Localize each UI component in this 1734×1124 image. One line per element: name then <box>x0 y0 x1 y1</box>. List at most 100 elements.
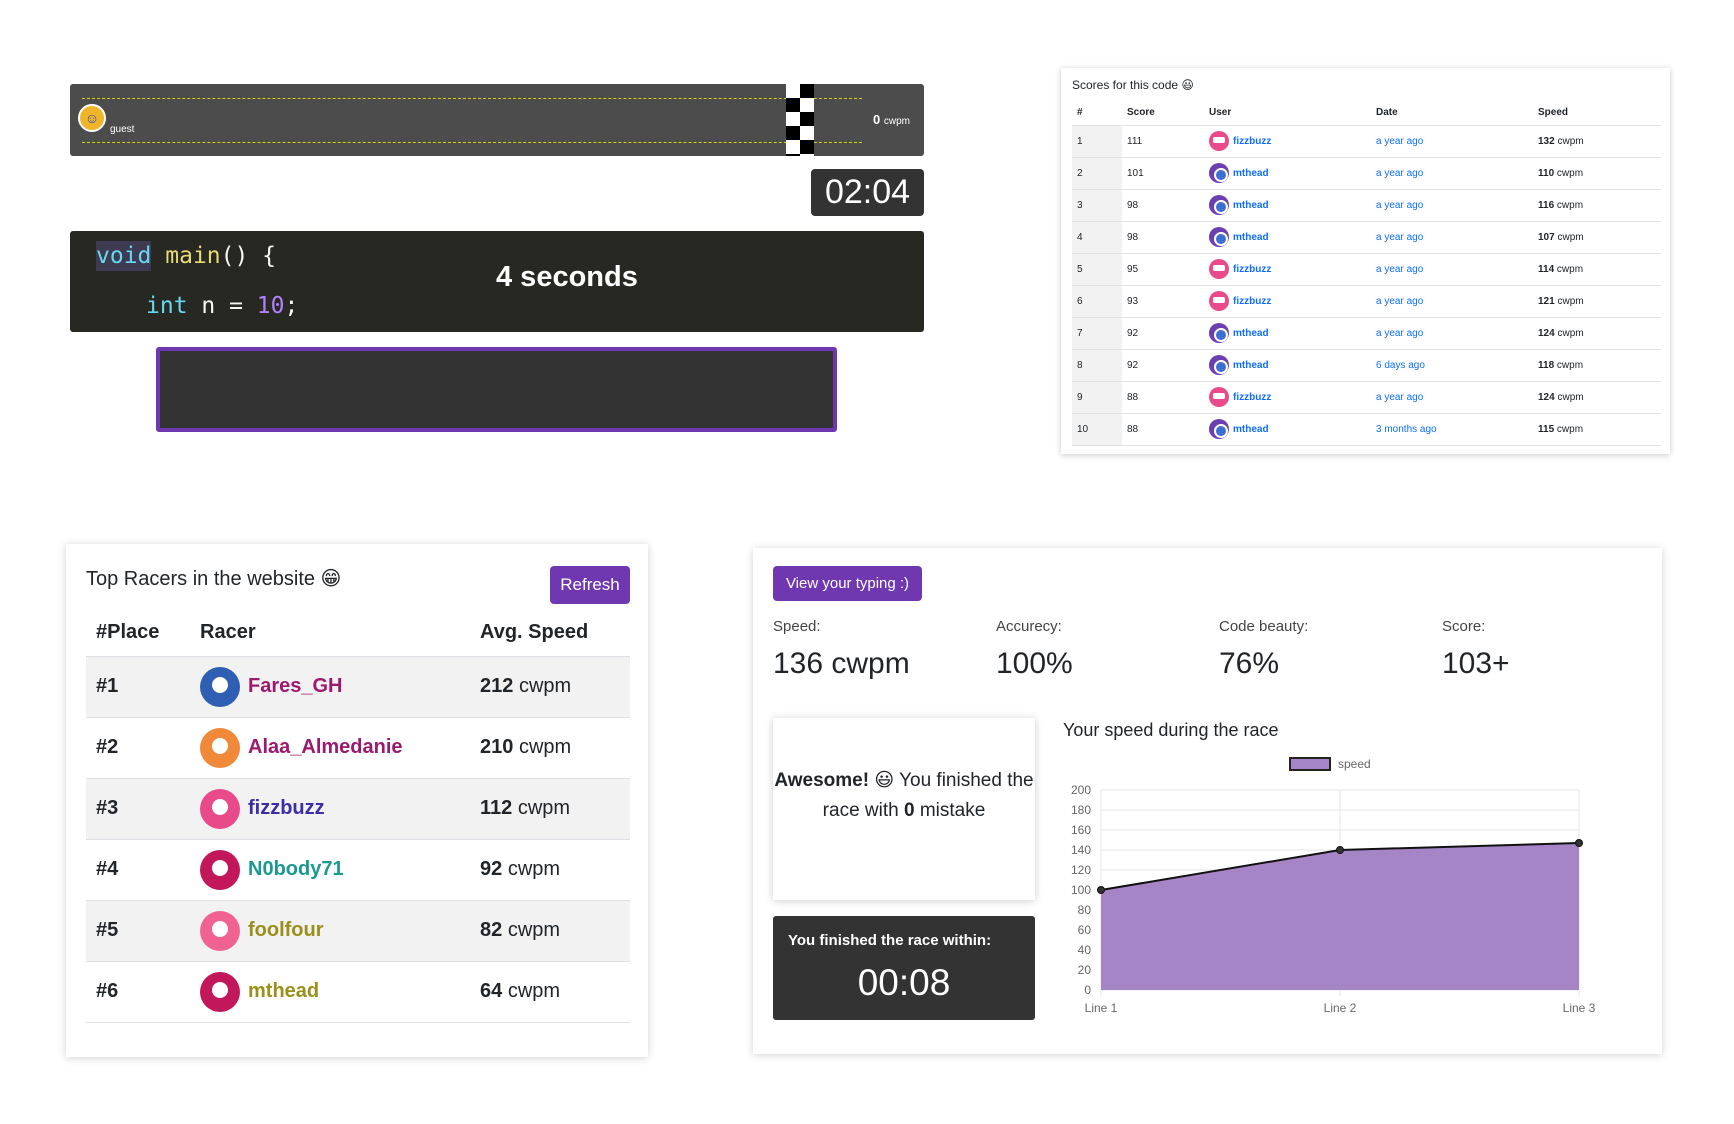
stat-accuracy-label: Accurecy: <box>996 618 1062 635</box>
racer-name-link[interactable]: N0body71 <box>248 858 344 881</box>
scores-date: a year ago <box>1371 253 1533 286</box>
typing-input[interactable] <box>156 347 837 432</box>
user-avatar-icon <box>1209 291 1229 311</box>
racer-speed: 82 cwpm <box>470 900 630 962</box>
top-racers-header-speed: Avg. Speed <box>470 610 630 657</box>
racer-place: #4 <box>86 839 190 901</box>
top-racers-row: #1 Fares_GH 212 cwpm <box>86 656 630 718</box>
racer-speed-unit: cwpm <box>518 736 572 758</box>
scores-row: 7 92 mthead a year ago 124 cwpm <box>1072 317 1661 350</box>
scores-date: a year ago <box>1371 381 1533 414</box>
scores-user-link[interactable]: mthead <box>1233 360 1269 371</box>
scores-user-link[interactable]: fizzbuzz <box>1233 264 1271 275</box>
racer-avatar-icon <box>200 849 240 890</box>
racer-place: #1 <box>86 656 190 718</box>
scores-user: fizzbuzz <box>1204 381 1371 414</box>
chart-y-tick-label: 40 <box>1078 943 1092 957</box>
racer-speed-unit: cwpm <box>507 980 561 1002</box>
scores-score: 93 <box>1122 285 1204 318</box>
scores-user: fizzbuzz <box>1204 285 1371 318</box>
scores-date-link[interactable]: a year ago <box>1376 392 1423 403</box>
countdown-text: 4 seconds <box>496 261 638 293</box>
racer-avatar-icon <box>200 727 240 768</box>
scores-speed-value: 124 <box>1538 327 1555 339</box>
scores-user: fizzbuzz <box>1204 125 1371 158</box>
racer-speed-value: 112 <box>480 797 513 819</box>
scores-date-link[interactable]: a year ago <box>1376 168 1423 179</box>
scores-date-link[interactable]: a year ago <box>1376 200 1423 211</box>
racer-name-link[interactable]: mthead <box>248 980 319 1003</box>
chart-title: Your speed during the race <box>1063 720 1279 740</box>
top-racers-row: #3 fizzbuzz 112 cwpm <box>86 778 630 840</box>
scores-speed: 114 cwpm <box>1533 253 1661 286</box>
scores-speed-unit: cwpm <box>1557 231 1584 243</box>
top-racers-row: #6 mthead 64 cwpm <box>86 961 630 1023</box>
chart-y-tick-label: 180 <box>1071 803 1091 817</box>
results-card: View your typing :) Speed: 136 cwpm Accu… <box>753 548 1662 1054</box>
top-racers-title: Top Racers in the website 😁 <box>86 568 342 590</box>
scores-rank: 3 <box>1072 189 1122 222</box>
code-line-1: void main() { <box>96 241 277 271</box>
scores-speed-value: 110 <box>1538 167 1555 179</box>
stat-code-beauty-value: 76% <box>1219 647 1280 680</box>
scores-speed-unit: cwpm <box>1556 167 1584 179</box>
chart-y-tick-label: 140 <box>1071 843 1091 857</box>
scores-header-row: # Score User Date Speed <box>1072 101 1661 126</box>
scores-speed-value: 118 <box>1538 359 1555 371</box>
racer-name-link[interactable]: fizzbuzz <box>248 797 325 820</box>
scores-speed-value: 121 <box>1538 295 1555 307</box>
scores-user-link[interactable]: mthead <box>1233 200 1269 211</box>
user-avatar-icon <box>1209 131 1229 151</box>
scores-user: mthead <box>1204 349 1371 382</box>
scores-date-link[interactable]: a year ago <box>1376 296 1423 307</box>
user-avatar-icon <box>1209 163 1229 183</box>
scores-date-link[interactable]: 6 days ago <box>1376 360 1425 371</box>
user-avatar-icon <box>1209 387 1229 407</box>
scores-user-link[interactable]: mthead <box>1233 168 1269 179</box>
scores-rank: 10 <box>1072 413 1122 446</box>
scores-user-link[interactable]: mthead <box>1233 328 1269 339</box>
racer-speed: 210 cwpm <box>470 717 630 779</box>
code-line-1-rest: () { <box>220 243 277 269</box>
scores-date: a year ago <box>1371 285 1533 318</box>
scores-row: 1 111 fizzbuzz a year ago 132 cwpm <box>1072 125 1661 158</box>
scores-score: 101 <box>1122 157 1204 190</box>
refresh-button[interactable]: Refresh <box>550 566 630 604</box>
scores-table: # Score User Date Speed 1 111 fizzbuzz a ye… <box>1072 101 1661 446</box>
scores-date-link[interactable]: a year ago <box>1376 136 1423 147</box>
view-typing-button[interactable]: View your typing :) <box>773 566 922 601</box>
scores-rank: 8 <box>1072 349 1122 382</box>
scores-user-link[interactable]: mthead <box>1233 424 1269 435</box>
scores-date-link[interactable]: a year ago <box>1376 232 1423 243</box>
scores-rank: 2 <box>1072 157 1122 190</box>
racer-name-link[interactable]: foolfour <box>248 919 324 942</box>
racer-name-link[interactable]: Fares_GH <box>248 675 343 698</box>
top-racers-row: #5 foolfour 82 cwpm <box>86 900 630 962</box>
stat-score: Score: 103+ <box>1442 618 1510 681</box>
racer-place: #5 <box>86 900 190 962</box>
scores-date-link[interactable]: a year ago <box>1376 264 1423 275</box>
scores-rank: 7 <box>1072 317 1122 350</box>
scores-date-link[interactable]: 3 months ago <box>1376 424 1437 435</box>
scores-row: 2 101 mthead a year ago 110 cwpm <box>1072 157 1661 190</box>
scores-score: 88 <box>1122 381 1204 414</box>
scores-user-link[interactable]: fizzbuzz <box>1233 392 1271 403</box>
scores-row: 4 98 mthead a year ago 107 cwpm <box>1072 221 1661 254</box>
top-racers-row: #2 Alaa_Almedanie 210 cwpm <box>86 717 630 779</box>
scores-date: a year ago <box>1371 317 1533 350</box>
scores-user-link[interactable]: fizzbuzz <box>1233 296 1271 307</box>
racer-speed-value: 212 <box>480 675 514 697</box>
scores-speed-value: 116 <box>1538 199 1555 211</box>
racer-name-link[interactable]: Alaa_Almedanie <box>248 736 403 759</box>
track-speed-value: 0 <box>873 112 881 127</box>
racer-avatar-icon <box>200 971 240 1012</box>
scores-date: a year ago <box>1371 221 1533 254</box>
scores-speed: 121 cwpm <box>1533 285 1661 318</box>
scores-user-link[interactable]: fizzbuzz <box>1233 136 1271 147</box>
scores-score: 98 <box>1122 221 1204 254</box>
scores-user-link[interactable]: mthead <box>1233 232 1269 243</box>
user-avatar-icon <box>1209 355 1229 375</box>
scores-header-speed: Speed <box>1533 101 1661 126</box>
scores-date-link[interactable]: a year ago <box>1376 328 1423 339</box>
stat-score-label: Score: <box>1442 618 1486 635</box>
